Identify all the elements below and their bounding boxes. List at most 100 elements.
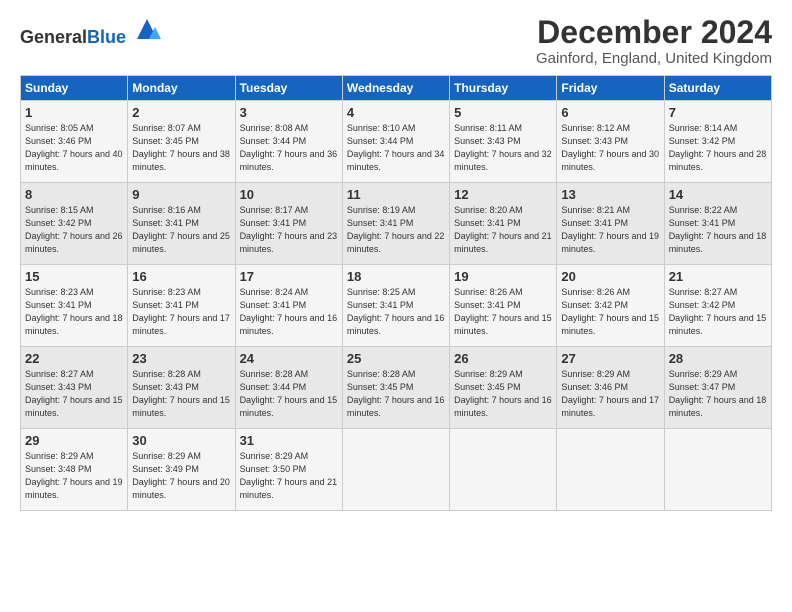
month-title: December 2024 [536,15,772,50]
calendar-cell: 11 Sunrise: 8:19 AMSunset: 3:41 PMDayligh… [342,183,449,265]
day-info: Sunrise: 8:24 AMSunset: 3:41 PMDaylight:… [240,286,338,338]
calendar-header-row: SundayMondayTuesdayWednesdayThursdayFrid… [21,76,772,101]
col-header-thursday: Thursday [450,76,557,101]
day-number: 15 [25,269,123,284]
day-number: 6 [561,105,659,120]
calendar-cell: 16Sunrise: 8:23 AMSunset: 3:41 PMDayligh… [128,265,235,347]
calendar-cell [664,429,771,511]
col-header-wednesday: Wednesday [342,76,449,101]
calendar-week-3: 15 Sunrise: 8:23 AMSunset: 3:41 PMDayligh… [21,265,772,347]
day-number: 4 [347,105,445,120]
calendar-cell: 4 Sunrise: 8:10 AMSunset: 3:44 PMDaylight… [342,101,449,183]
day-info: Sunrise: 8:28 AMSunset: 3:44 PMDaylight:… [240,368,338,420]
col-header-friday: Friday [557,76,664,101]
day-number: 24 [240,351,338,366]
day-info: Sunrise: 8:10 AMSunset: 3:44 PMDaylight:… [347,122,445,174]
calendar-cell: 27Sunrise: 8:29 AMSunset: 3:46 PMDayligh… [557,347,664,429]
calendar-cell: 7Sunrise: 8:14 AMSunset: 3:42 PMDaylight… [664,101,771,183]
calendar-cell: 14 Sunrise: 8:22 AMSunset: 3:41 PMDayligh… [664,183,771,265]
day-number: 11 [347,187,445,202]
calendar-week-1: 1Sunrise: 8:05 AMSunset: 3:46 PMDaylight… [21,101,772,183]
calendar-cell: 19Sunrise: 8:26 AMSunset: 3:41 PMDayligh… [450,265,557,347]
calendar-cell: 5Sunrise: 8:11 AMSunset: 3:43 PMDaylight… [450,101,557,183]
day-info: Sunrise: 8:29 AMSunset: 3:49 PMDaylight:… [132,450,230,502]
day-number: 31 [240,433,338,448]
day-info: Sunrise: 8:25 AMSunset: 3:41 PMDaylight:… [347,286,445,338]
day-info: Sunrise: 8:08 AMSunset: 3:44 PMDaylight:… [240,122,338,174]
day-info: Sunrise: 8:29 AMSunset: 3:45 PMDaylight:… [454,368,552,420]
logo-text-block: GeneralBlue [20,15,161,48]
calendar-cell [450,429,557,511]
page: GeneralBlue December 2024 Gainford, Engl… [0,0,792,612]
day-number: 21 [669,269,767,284]
day-number: 20 [561,269,659,284]
calendar-week-4: 22 Sunrise: 8:27 AMSunset: 3:43 PMDayligh… [21,347,772,429]
col-header-sunday: Sunday [21,76,128,101]
calendar-cell: 3 Sunrise: 8:08 AMSunset: 3:44 PMDaylight… [235,101,342,183]
day-info: Sunrise: 8:28 AMSunset: 3:43 PMDaylight:… [132,368,230,420]
calendar-cell: 8 Sunrise: 8:15 AMSunset: 3:42 PMDaylight… [21,183,128,265]
day-number: 12 [454,187,552,202]
col-header-monday: Monday [128,76,235,101]
day-info: Sunrise: 8:20 AMSunset: 3:41 PMDaylight:… [454,204,552,256]
day-number: 9 [132,187,230,202]
col-header-tuesday: Tuesday [235,76,342,101]
col-header-saturday: Saturday [664,76,771,101]
day-info: Sunrise: 8:28 AMSunset: 3:45 PMDaylight:… [347,368,445,420]
calendar-cell: 9 Sunrise: 8:16 AMSunset: 3:41 PMDaylight… [128,183,235,265]
calendar-cell: 2 Sunrise: 8:07 AMSunset: 3:45 PMDaylight… [128,101,235,183]
day-info: Sunrise: 8:29 AMSunset: 3:47 PMDaylight:… [669,368,767,420]
day-number: 16 [132,269,230,284]
calendar-cell: 17 Sunrise: 8:24 AMSunset: 3:41 PMDayligh… [235,265,342,347]
day-info: Sunrise: 8:22 AMSunset: 3:41 PMDaylight:… [669,204,767,256]
calendar-cell: 29Sunrise: 8:29 AMSunset: 3:48 PMDayligh… [21,429,128,511]
day-number: 17 [240,269,338,284]
calendar-cell: 1Sunrise: 8:05 AMSunset: 3:46 PMDaylight… [21,101,128,183]
day-info: Sunrise: 8:16 AMSunset: 3:41 PMDaylight:… [132,204,230,256]
calendar-cell: 10Sunrise: 8:17 AMSunset: 3:41 PMDayligh… [235,183,342,265]
day-info: Sunrise: 8:23 AMSunset: 3:41 PMDaylight:… [25,286,123,338]
calendar-week-5: 29Sunrise: 8:29 AMSunset: 3:48 PMDayligh… [21,429,772,511]
calendar-cell: 26 Sunrise: 8:29 AMSunset: 3:45 PMDayligh… [450,347,557,429]
day-number: 30 [132,433,230,448]
day-info: Sunrise: 8:05 AMSunset: 3:46 PMDaylight:… [25,122,123,174]
day-number: 22 [25,351,123,366]
calendar-cell: 25 Sunrise: 8:28 AMSunset: 3:45 PMDayligh… [342,347,449,429]
day-info: Sunrise: 8:15 AMSunset: 3:42 PMDaylight:… [25,204,123,256]
day-info: Sunrise: 8:26 AMSunset: 3:42 PMDaylight:… [561,286,659,338]
calendar-cell: 21 Sunrise: 8:27 AMSunset: 3:42 PMDayligh… [664,265,771,347]
location: Gainford, England, United Kingdom [536,50,772,67]
day-info: Sunrise: 8:19 AMSunset: 3:41 PMDaylight:… [347,204,445,256]
calendar-cell: 12 Sunrise: 8:20 AMSunset: 3:41 PMDayligh… [450,183,557,265]
day-number: 18 [347,269,445,284]
calendar-cell [342,429,449,511]
calendar-table: SundayMondayTuesdayWednesdayThursdayFrid… [20,75,772,511]
day-info: Sunrise: 8:14 AMSunset: 3:42 PMDaylight:… [669,122,767,174]
day-number: 26 [454,351,552,366]
calendar-cell: 15 Sunrise: 8:23 AMSunset: 3:41 PMDayligh… [21,265,128,347]
day-number: 29 [25,433,123,448]
day-number: 2 [132,105,230,120]
header: GeneralBlue December 2024 Gainford, Engl… [20,15,772,67]
day-number: 25 [347,351,445,366]
calendar-cell: 13Sunrise: 8:21 AMSunset: 3:41 PMDayligh… [557,183,664,265]
calendar-cell: 30 Sunrise: 8:29 AMSunset: 3:49 PMDayligh… [128,429,235,511]
calendar-cell: 6 Sunrise: 8:12 AMSunset: 3:43 PMDaylight… [557,101,664,183]
logo: GeneralBlue [20,15,161,48]
day-info: Sunrise: 8:27 AMSunset: 3:43 PMDaylight:… [25,368,123,420]
day-info: Sunrise: 8:12 AMSunset: 3:43 PMDaylight:… [561,122,659,174]
calendar-cell: 23 Sunrise: 8:28 AMSunset: 3:43 PMDayligh… [128,347,235,429]
day-number: 5 [454,105,552,120]
logo-general: GeneralBlue [20,27,131,47]
day-number: 23 [132,351,230,366]
day-number: 8 [25,187,123,202]
day-info: Sunrise: 8:29 AMSunset: 3:50 PMDaylight:… [240,450,338,502]
calendar-cell: 18 Sunrise: 8:25 AMSunset: 3:41 PMDayligh… [342,265,449,347]
calendar-cell: 31 Sunrise: 8:29 AMSunset: 3:50 PMDayligh… [235,429,342,511]
day-info: Sunrise: 8:07 AMSunset: 3:45 PMDaylight:… [132,122,230,174]
day-number: 14 [669,187,767,202]
day-number: 13 [561,187,659,202]
day-number: 27 [561,351,659,366]
day-number: 3 [240,105,338,120]
day-info: Sunrise: 8:27 AMSunset: 3:42 PMDaylight:… [669,286,767,338]
